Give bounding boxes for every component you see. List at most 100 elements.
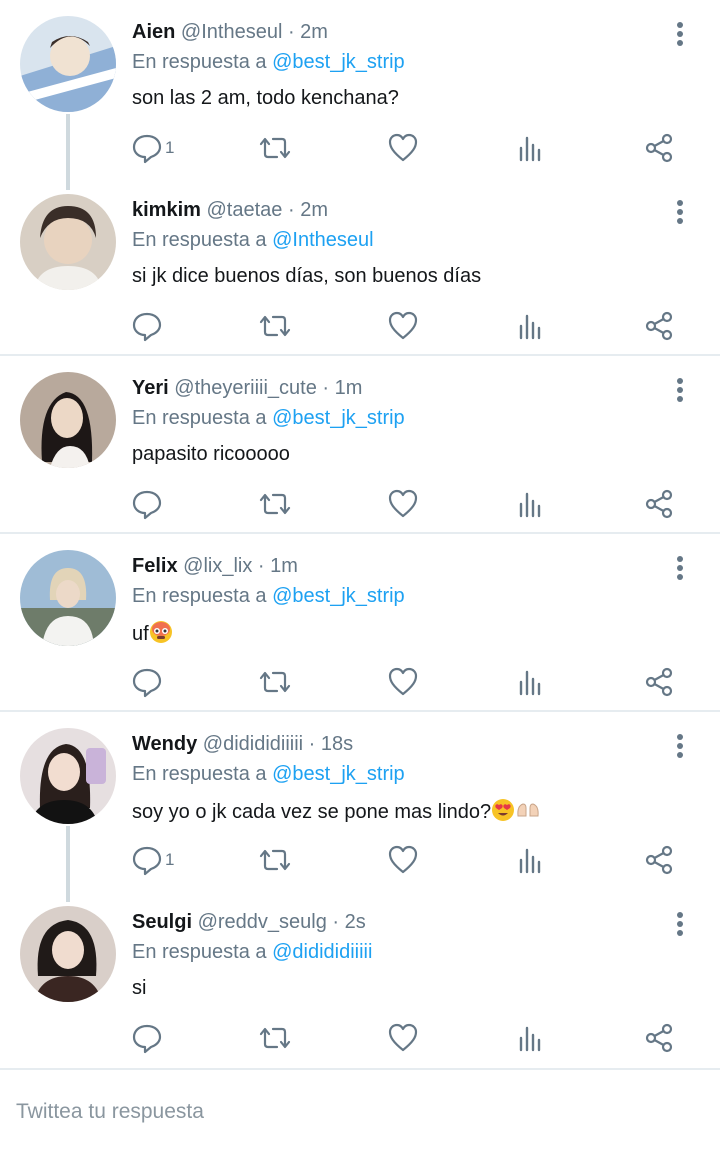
separator-dot: · — [282, 21, 301, 43]
heart-icon — [388, 311, 418, 340]
tweet[interactable]: Yeri @theyeriiii_cute · 1m En respuesta … — [0, 356, 720, 532]
retweet-button[interactable] — [259, 832, 291, 888]
analytics-button[interactable] — [515, 654, 547, 710]
display-name[interactable]: Felix — [132, 555, 178, 577]
analytics-button[interactable] — [515, 120, 547, 176]
share-button[interactable] — [643, 120, 675, 176]
avatar[interactable] — [20, 372, 116, 468]
retweet-button[interactable] — [259, 1010, 291, 1066]
like-button[interactable] — [387, 654, 419, 710]
display-name[interactable]: Seulgi — [132, 911, 192, 933]
reply-composer[interactable]: Twittea tu respuesta — [0, 1068, 720, 1155]
timestamp: 1m — [270, 555, 298, 577]
analytics-button[interactable] — [515, 1010, 547, 1066]
reply-button[interactable] — [131, 1010, 165, 1066]
share-icon — [645, 667, 673, 697]
flushed-face-emoji-icon — [149, 621, 172, 643]
analytics-button[interactable] — [515, 832, 547, 888]
reply-button[interactable] — [131, 476, 165, 532]
share-button[interactable] — [643, 1010, 675, 1066]
like-button[interactable] — [387, 298, 419, 354]
analytics-icon — [519, 848, 541, 874]
reply-button[interactable]: 1 — [131, 120, 174, 176]
avatar[interactable] — [20, 194, 116, 290]
handle[interactable]: @Intheseul — [181, 21, 282, 43]
retweet-button[interactable] — [259, 298, 291, 354]
avatar[interactable] — [20, 728, 116, 824]
avatar[interactable] — [20, 906, 116, 1002]
tweet[interactable]: Seulgi @reddv_seulg · 2s En respuesta a … — [0, 890, 720, 1066]
display-name[interactable]: Wendy — [132, 733, 197, 755]
retweet-button[interactable] — [259, 120, 291, 176]
timestamp: 2m — [300, 199, 328, 221]
more-options-icon[interactable] — [672, 20, 688, 48]
separator-dot: · — [326, 911, 345, 933]
reply-context: En respuesta a @didididiiiii — [132, 940, 372, 964]
mention-link[interactable]: @best_jk_strip — [272, 763, 405, 785]
tweet[interactable]: Felix @lix_lix · 1m En respuesta a @best… — [0, 534, 720, 710]
display-name[interactable]: Aien — [132, 21, 175, 43]
reply-button[interactable]: 1 — [131, 832, 174, 888]
handle[interactable]: @lix_lix — [183, 555, 252, 577]
analytics-button[interactable] — [515, 298, 547, 354]
reply-icon — [132, 490, 162, 520]
handle[interactable]: @taetae — [207, 199, 283, 221]
reply-context: En respuesta a @best_jk_strip — [132, 584, 405, 608]
mention-link[interactable]: @best_jk_strip — [272, 585, 405, 607]
display-name[interactable]: kimkim — [132, 199, 201, 221]
avatar[interactable] — [20, 16, 116, 112]
share-button[interactable] — [643, 654, 675, 710]
retweet-icon — [259, 315, 291, 337]
reply-context: En respuesta a @best_jk_strip — [132, 762, 405, 786]
share-button[interactable] — [643, 832, 675, 888]
like-button[interactable] — [387, 832, 419, 888]
share-icon — [645, 489, 673, 519]
more-options-icon[interactable] — [672, 198, 688, 226]
more-options-icon[interactable] — [672, 910, 688, 938]
tweet-text: uf — [132, 623, 149, 645]
timestamp: 2m — [300, 21, 328, 43]
reply-input[interactable]: Twittea tu respuesta — [16, 1100, 204, 1124]
analytics-icon — [519, 670, 541, 696]
timestamp: 1m — [334, 377, 363, 399]
share-button[interactable] — [643, 476, 675, 532]
separator-dot: · — [252, 555, 271, 577]
more-options-icon[interactable] — [672, 554, 688, 582]
analytics-button[interactable] — [515, 476, 547, 532]
heart-icon — [388, 489, 418, 518]
share-button[interactable] — [643, 298, 675, 354]
heart-icon — [388, 1023, 418, 1052]
reply-prefix: En respuesta a — [132, 407, 267, 429]
heart-icon — [388, 667, 418, 696]
mention-link[interactable]: @didididiiiii — [272, 941, 372, 963]
reply-context: En respuesta a @Intheseul — [132, 228, 374, 252]
mention-link[interactable]: @best_jk_strip — [272, 407, 405, 429]
reply-button[interactable] — [131, 654, 165, 710]
like-button[interactable] — [387, 120, 419, 176]
mention-link[interactable]: @best_jk_strip — [272, 51, 405, 73]
more-options-icon[interactable] — [672, 732, 688, 760]
tweet[interactable]: Wendy @didididiiiii · 18s En respuesta a… — [0, 712, 720, 888]
tweet-text: papasito ricooooo — [132, 443, 290, 465]
like-button[interactable] — [387, 1010, 419, 1066]
handle[interactable]: @didididiiiii — [203, 733, 303, 755]
handle[interactable]: @theyeriiii_cute — [174, 377, 317, 399]
reply-count: 1 — [165, 138, 175, 157]
more-options-icon[interactable] — [672, 376, 688, 404]
reply-prefix: En respuesta a — [132, 51, 267, 73]
retweet-button[interactable] — [259, 476, 291, 532]
share-icon — [645, 133, 673, 163]
display-name[interactable]: Yeri — [132, 377, 169, 399]
retweet-icon — [259, 671, 291, 693]
analytics-icon — [519, 492, 541, 518]
avatar[interactable] — [20, 550, 116, 646]
share-icon — [645, 311, 673, 341]
like-button[interactable] — [387, 476, 419, 532]
retweet-button[interactable] — [259, 654, 291, 710]
tweet[interactable]: Aien @Intheseul · 2m En respuesta a @bes… — [0, 0, 720, 178]
analytics-icon — [519, 1026, 541, 1052]
reply-button[interactable] — [131, 298, 165, 354]
handle[interactable]: @reddv_seulg — [198, 911, 327, 933]
tweet[interactable]: kimkim @taetae · 2m En respuesta a @Inth… — [0, 178, 720, 354]
mention-link[interactable]: @Intheseul — [272, 229, 373, 251]
